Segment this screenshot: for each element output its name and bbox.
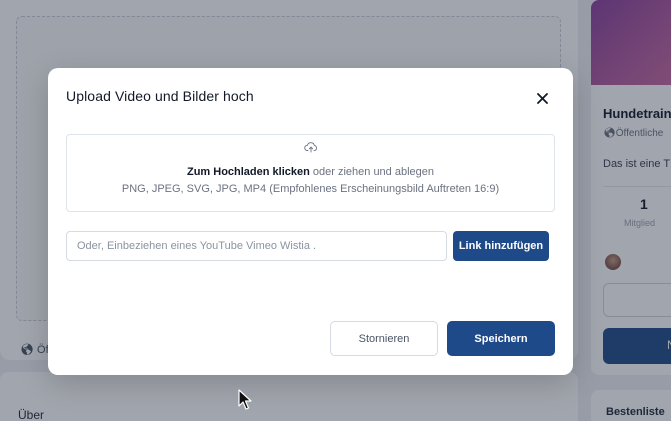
dropzone-instruction: Zum Hochladen klicken oder ziehen und ab… xyxy=(67,166,554,178)
cancel-button[interactable]: Stornieren xyxy=(330,321,438,356)
upload-dropzone[interactable]: Zum Hochladen klicken oder ziehen und ab… xyxy=(66,134,555,212)
close-icon xyxy=(536,92,548,104)
add-link-button[interactable]: Link hinzufügen xyxy=(453,231,549,261)
click-to-upload-text[interactable]: Zum Hochladen klicken xyxy=(187,166,310,178)
upload-modal: Upload Video und Bilder hoch Zum Hochlad… xyxy=(48,68,573,375)
supported-formats-text: PNG, JPEG, SVG, JPG, MP4 (Empfohlenes Er… xyxy=(121,183,500,195)
mouse-cursor-icon xyxy=(238,389,252,410)
page: 🌎︎ Öff Über Hundetrain 🌎︎Öffentliche Das… xyxy=(0,0,671,421)
upload-cloud-icon xyxy=(304,142,317,153)
close-button[interactable] xyxy=(534,90,550,106)
drag-drop-text: oder ziehen und ablegen xyxy=(309,166,435,178)
modal-title: Upload Video und Bilder hoch xyxy=(66,88,254,104)
video-url-input[interactable] xyxy=(66,231,447,261)
save-button[interactable]: Speichern xyxy=(447,321,555,356)
